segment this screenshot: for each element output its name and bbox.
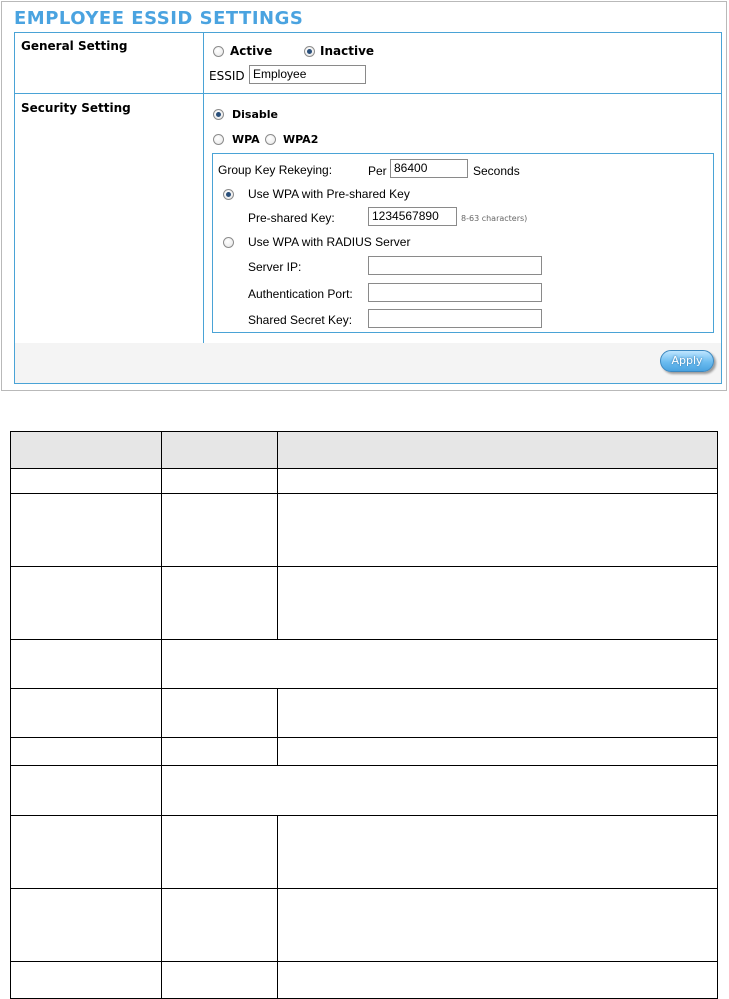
table-cell [160,566,278,640]
table-cell [160,639,719,689]
active-label: Active [230,44,273,58]
table-header-cell [276,431,719,469]
disable-radio[interactable] [213,109,224,120]
wpa-options-box: Group Key Rekeying: Per 86400 Seconds Us… [212,153,714,333]
essid-settings-panel: EMPLOYEE ESSID SETTINGS General Setting … [1,1,727,391]
group-key-label: Group Key Rekeying: [218,163,333,177]
table-cell [10,688,162,738]
radius-radio[interactable] [223,237,234,248]
table-row [10,961,719,999]
radius-option-label: Use WPA with RADIUS Server [248,235,411,249]
shared-secret-input[interactable] [368,309,542,328]
table-header-cell [160,431,278,469]
table-cell [276,468,719,494]
table-cell [160,493,278,567]
table-cell [10,737,162,766]
settings-grid: General Setting Active Inactive ESSID Em… [14,32,722,384]
table-cell [160,888,278,962]
table-cell [10,566,162,640]
table-cell [276,493,719,567]
table-cell [276,688,719,738]
table-cell [276,888,719,962]
table-header-cell [10,431,162,469]
table-cell [160,468,278,494]
table-cell [10,961,162,999]
wpa-label: WPA [232,133,260,146]
table-row [10,737,719,766]
table-row [10,639,719,689]
group-key-input[interactable]: 86400 [390,159,468,178]
shared-secret-label: Shared Secret Key: [248,313,353,327]
table-cell [10,493,162,567]
general-setting-label: General Setting [21,39,128,53]
essid-input[interactable]: Employee [249,65,366,84]
table-cell [10,639,162,689]
auth-port-label: Authentication Port: [248,287,353,301]
table-cell [160,737,278,766]
active-radio[interactable] [213,46,224,57]
table-row [10,765,719,816]
table-cell [10,765,162,816]
psk-radio[interactable] [223,189,234,200]
wpa2-label: WPA2 [283,133,319,146]
row-divider [15,93,721,94]
per-label: Per [368,164,387,178]
table-cell [10,815,162,889]
table-row [10,688,719,738]
psk-label: Pre-shared Key: [248,211,335,225]
server-ip-input[interactable] [368,256,542,275]
table-cell [10,888,162,962]
table-row [10,566,719,640]
psk-input[interactable]: 1234567890 [368,207,457,226]
column-divider [203,33,204,343]
panel-footer [15,343,721,383]
server-ip-label: Server IP: [248,260,302,274]
table-cell [160,688,278,738]
table-row [10,888,719,962]
table-row [10,815,719,889]
auth-port-input[interactable] [368,283,542,302]
security-setting-label: Security Setting [21,101,131,115]
table-cell [276,737,719,766]
parameter-table [10,431,719,999]
table-cell [160,815,278,889]
table-cell [160,765,719,816]
disable-label: Disable [232,108,278,121]
essid-label: ESSID [209,69,245,83]
seconds-label: Seconds [473,164,520,178]
table-cell [10,468,162,494]
table-header-row [10,431,719,469]
inactive-radio[interactable] [304,46,315,57]
table-cell [160,961,278,999]
table-cell [276,961,719,999]
inactive-label: Inactive [320,44,375,58]
table-cell [276,815,719,889]
table-row [10,493,719,567]
wpa-radio[interactable] [213,134,224,145]
wpa2-radio[interactable] [265,134,276,145]
panel-title: EMPLOYEE ESSID SETTINGS [14,8,304,29]
table-cell [276,566,719,640]
table-row [10,468,719,494]
apply-button[interactable]: Apply [660,350,714,372]
psk-option-label: Use WPA with Pre-shared Key [248,187,410,201]
psk-hint: 8-63 characters) [461,214,528,223]
